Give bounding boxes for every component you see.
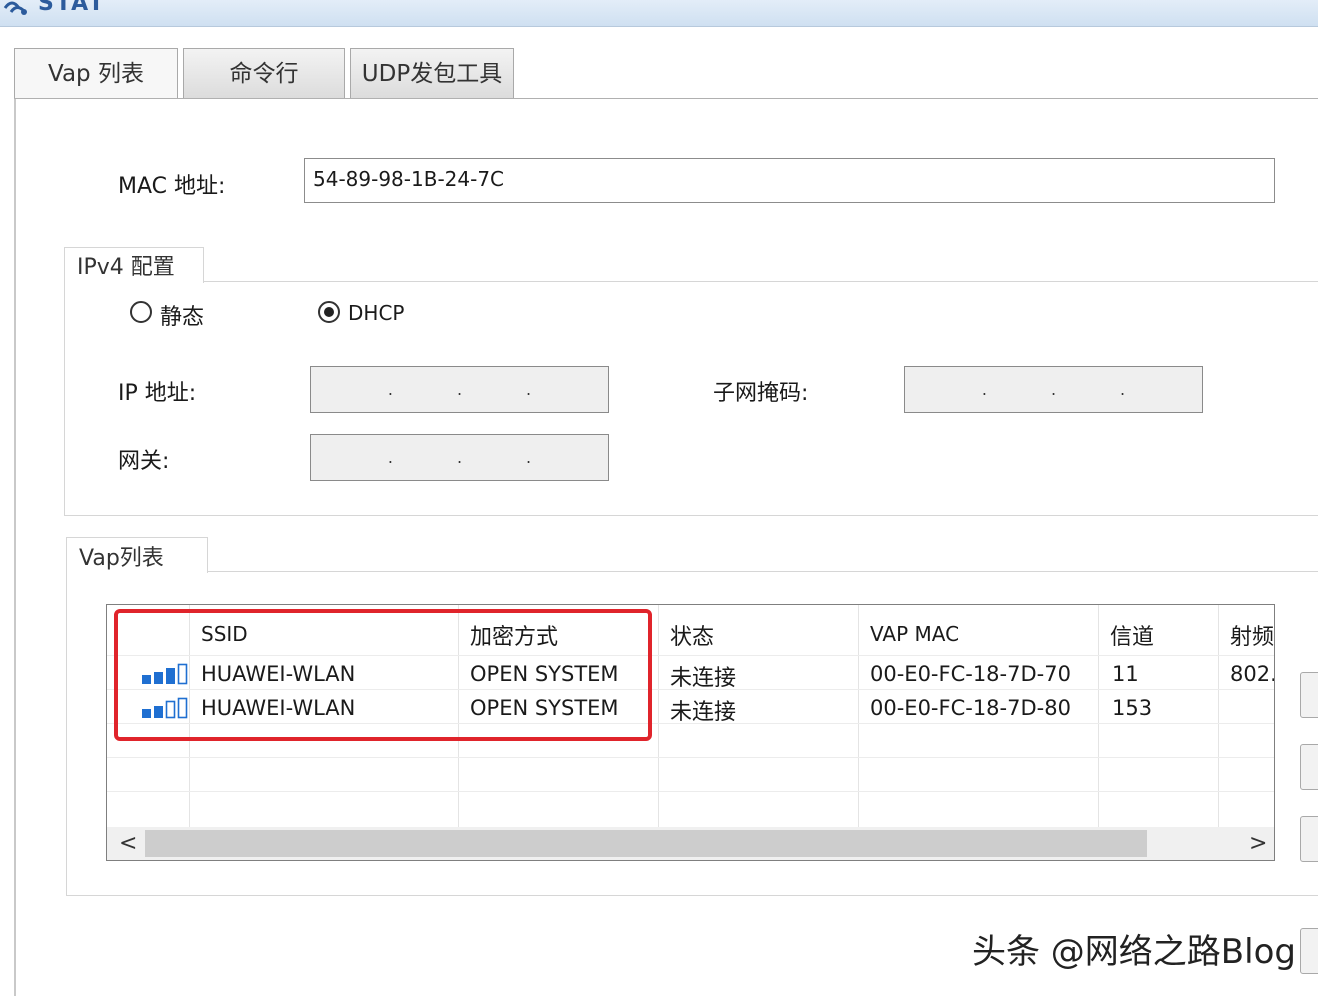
row-1-channel: 11 — [1112, 662, 1139, 686]
row-2-vap-mac: 00-E0-FC-18-7D-80 — [870, 696, 1071, 720]
scrollbar-thumb[interactable] — [145, 830, 1147, 857]
row-1-vap-mac: 00-E0-FC-18-7D-70 — [870, 662, 1071, 686]
grid-line — [107, 791, 1274, 792]
row-1-status: 未连接 — [670, 666, 737, 691]
ip-dot: . — [456, 380, 463, 399]
gateway-label: 网关: — [118, 449, 170, 474]
gateway-field[interactable]: . . . — [310, 434, 609, 481]
gateway-dot: . — [526, 448, 532, 467]
ip-dot: . — [526, 380, 532, 399]
row-2-channel: 153 — [1112, 696, 1153, 720]
gateway-dot: . — [456, 448, 463, 467]
horizontal-scrollbar[interactable]: < > — [107, 827, 1274, 860]
column-header-vap-mac[interactable]: VAP MAC — [870, 622, 959, 646]
row-1-radio: 802. — [1230, 662, 1275, 686]
vap-group-title: Vap列表 — [66, 537, 208, 573]
mac-label: MAC 地址: — [118, 174, 226, 199]
ip-address-field[interactable]: . . . — [310, 366, 609, 413]
radio-dhcp[interactable] — [318, 301, 340, 323]
watermark-text: 头条 @网络之路Blog — [972, 932, 1296, 972]
grid-line — [1098, 605, 1099, 827]
mask-dot: . — [1120, 380, 1126, 399]
scroll-left-arrow-icon[interactable]: < — [119, 827, 137, 860]
subnet-mask-field[interactable]: . . . — [904, 366, 1203, 413]
grid-line — [658, 605, 659, 827]
column-header-radio[interactable]: 射频 — [1230, 619, 1274, 651]
mask-dot: . — [1050, 380, 1057, 399]
highlight-annotation-box — [114, 609, 652, 741]
grid-line — [858, 605, 859, 827]
side-button[interactable] — [1300, 928, 1318, 974]
column-header-channel[interactable]: 信道 — [1110, 619, 1154, 651]
window-title: STAT — [38, 0, 106, 16]
ipv4-group-title: IPv4 配置 — [64, 247, 204, 283]
gateway-dot: . — [387, 448, 393, 467]
tab-divider — [14, 98, 1318, 99]
tab-command-line[interactable]: 命令行 — [183, 48, 345, 98]
side-button[interactable] — [1300, 672, 1318, 718]
title-bar: STAT — [0, 0, 1318, 27]
radio-static[interactable] — [130, 301, 152, 323]
tab-udp-tool[interactable]: UDP发包工具 — [350, 48, 514, 98]
grid-line — [107, 757, 1274, 758]
scroll-right-arrow-icon[interactable]: > — [1249, 827, 1267, 860]
subnet-mask-label: 子网掩码: — [713, 381, 809, 406]
column-header-status[interactable]: 状态 — [670, 619, 714, 651]
ip-address-label: IP 地址: — [118, 381, 197, 406]
side-button[interactable] — [1300, 816, 1318, 862]
mac-address-field[interactable]: 54-89-98-1B-24-7C — [304, 158, 1275, 203]
row-2-status: 未连接 — [670, 700, 737, 725]
ip-dot: . — [387, 380, 393, 399]
panel-left-border — [14, 98, 16, 996]
radio-dhcp-label: DHCP — [348, 301, 405, 325]
radio-static-label: 静态 — [160, 305, 205, 330]
radio-selected-dot — [324, 307, 334, 317]
mask-dot: . — [981, 380, 987, 399]
grid-line — [1218, 605, 1219, 827]
tab-vap-list[interactable]: Vap 列表 — [14, 48, 178, 98]
wireless-station-icon — [3, 1, 27, 15]
side-button[interactable] — [1300, 744, 1318, 790]
